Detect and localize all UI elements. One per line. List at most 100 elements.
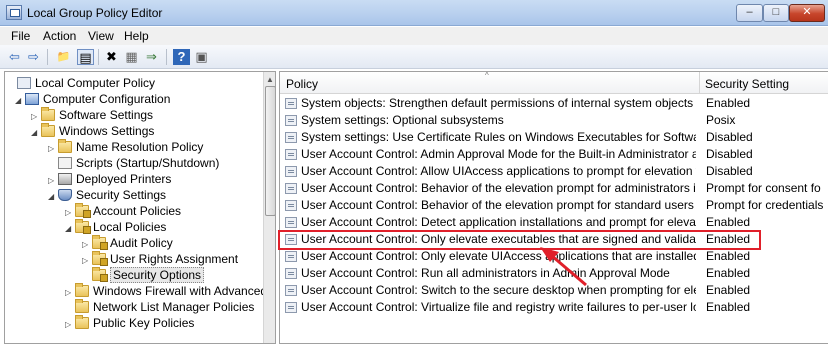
- show-hide-tree-icon[interactable]: ▤: [77, 49, 94, 65]
- tree-node[interactable]: Scripts (Startup/Shutdown): [48, 155, 219, 171]
- policy-setting: Enabled: [706, 283, 751, 297]
- policy-setting: Disabled: [706, 130, 753, 144]
- computer-icon: [25, 93, 39, 105]
- collapsed-arrow-icon[interactable]: ▷: [65, 317, 75, 333]
- tree-node[interactable]: ◢ Computer Configuration: [15, 91, 170, 107]
- toolbar-separator: [166, 49, 167, 65]
- scripts-icon: [58, 157, 72, 169]
- tree-node[interactable]: ▷ Windows Firewall with Advanced S: [65, 283, 275, 299]
- lock-folder-icon: [92, 251, 108, 266]
- policy-row[interactable]: User Account Control: Run all administra…: [280, 265, 828, 282]
- policy-name: User Account Control: Behavior of the el…: [301, 181, 696, 195]
- tree-node[interactable]: ▷ Account Policies: [65, 203, 181, 219]
- policy-name: User Account Control: Admin Approval Mod…: [301, 147, 696, 161]
- policy-row[interactable]: System settings: Use Certificate Rules o…: [280, 129, 828, 146]
- policy-item-icon: [285, 115, 297, 126]
- expanded-arrow-icon[interactable]: ◢: [31, 125, 41, 141]
- policy-row[interactable]: User Account Control: Switch to the secu…: [280, 282, 828, 299]
- policy-name: System settings: Use Certificate Rules o…: [301, 130, 696, 144]
- export-list-icon[interactable]: ⇒: [143, 49, 160, 65]
- toolbar-separator: [47, 49, 48, 65]
- policy-row[interactable]: User Account Control: Only elevate UIAcc…: [280, 248, 828, 265]
- column-header-policy[interactable]: Policy: [286, 77, 318, 91]
- tree-node-label: Computer Configuration: [43, 92, 171, 106]
- policy-row[interactable]: User Account Control: Admin Approval Mod…: [280, 146, 828, 163]
- scrollbar-thumb[interactable]: [265, 86, 275, 216]
- maximize-button[interactable]: □: [763, 4, 789, 22]
- expanded-arrow-icon[interactable]: ◢: [48, 189, 58, 205]
- policy-item-icon: [285, 251, 297, 262]
- menu-action[interactable]: Action: [43, 29, 76, 43]
- tree-node[interactable]: ▷ User Rights Assignment: [82, 251, 238, 267]
- tree-node[interactable]: ▷ Name Resolution Policy: [48, 139, 203, 155]
- tree-node-label: Security Options: [110, 267, 205, 283]
- tree-node[interactable]: ◢ Security Settings: [48, 187, 166, 203]
- policy-name: User Account Control: Allow UIAccess app…: [301, 164, 696, 178]
- policy-row[interactable]: User Account Control: Only elevate execu…: [280, 231, 828, 248]
- tree-node-label: User Rights Assignment: [110, 252, 239, 266]
- policy-name: User Account Control: Only elevate UIAcc…: [301, 249, 696, 263]
- policy-setting: Disabled: [706, 164, 753, 178]
- minimize-button[interactable]: –: [736, 4, 763, 22]
- menu-file[interactable]: File: [11, 29, 30, 43]
- tree-node[interactable]: ◢ Windows Settings: [31, 123, 154, 139]
- policy-row[interactable]: User Account Control: Detect application…: [280, 214, 828, 231]
- app-icon: [6, 5, 22, 20]
- folder-icon: [75, 283, 89, 297]
- tree-node-label: Local Computer Policy: [35, 76, 156, 90]
- help-icon[interactable]: ?: [173, 49, 190, 65]
- tree-node[interactable]: ▷ Audit Policy: [82, 235, 173, 251]
- tree-scrollbar[interactable]: ▲: [263, 72, 275, 343]
- tree-node-label: Account Policies: [93, 204, 182, 218]
- policy-setting: Prompt for consent fo: [706, 181, 821, 195]
- policy-setting: Enabled: [706, 215, 751, 229]
- menu-help[interactable]: Help: [124, 29, 149, 43]
- tree-node[interactable]: ◢ Local Policies: [65, 219, 166, 235]
- expanded-arrow-icon[interactable]: ◢: [65, 221, 75, 237]
- forward-arrow-icon[interactable]: ⇨: [25, 49, 42, 65]
- console-tree[interactable]: Local Computer Policy ◢ Computer Configura…: [4, 71, 276, 344]
- policy-row[interactable]: User Account Control: Behavior of the el…: [280, 197, 828, 214]
- policy-item-icon: [285, 285, 297, 296]
- scroll-up-icon[interactable]: ▲: [266, 75, 274, 84]
- tree-node[interactable]: ▷ Deployed Printers: [48, 171, 171, 187]
- policy-row[interactable]: User Account Control: Virtualize file an…: [280, 299, 828, 316]
- column-divider[interactable]: [699, 72, 700, 94]
- up-folder-icon[interactable]: 📁: [55, 49, 72, 65]
- policy-item-icon: [285, 166, 297, 177]
- tree-node[interactable]: ▷ Software Settings: [31, 107, 153, 123]
- window-title: Local Group Policy Editor: [27, 6, 163, 20]
- properties-icon[interactable]: ▦: [123, 49, 140, 65]
- policy-list[interactable]: ^ Policy Security Setting System objects…: [279, 71, 828, 344]
- policy-row[interactable]: System objects: Strengthen default permi…: [280, 95, 828, 112]
- policy-name: System objects: Strengthen default permi…: [301, 96, 696, 110]
- policy-setting: Enabled: [706, 266, 751, 280]
- tree-node[interactable]: Local Computer Policy: [7, 75, 155, 91]
- policy-item-icon: [285, 268, 297, 279]
- back-arrow-icon[interactable]: ⇦: [6, 49, 23, 65]
- delete-icon[interactable]: ✖: [103, 49, 120, 65]
- tree-node-label: Network List Manager Policies: [93, 300, 255, 314]
- expanded-arrow-icon[interactable]: ◢: [15, 93, 25, 109]
- lock-folder-icon: [92, 235, 108, 250]
- policy-item-icon: [285, 217, 297, 228]
- policy-row[interactable]: System settings: Optional subsystems Posi…: [280, 112, 828, 129]
- tree-node-label: Deployed Printers: [76, 172, 172, 186]
- close-button[interactable]: ✕: [789, 4, 825, 22]
- policy-item-icon: [285, 200, 297, 211]
- lock-folder-icon: [92, 267, 108, 282]
- tree-node-label: Software Settings: [59, 108, 154, 122]
- column-header-security-setting[interactable]: Security Setting: [705, 77, 789, 91]
- policy-row[interactable]: User Account Control: Allow UIAccess app…: [280, 163, 828, 180]
- view-icon[interactable]: ▣: [193, 49, 210, 65]
- tree-node-label: Public Key Policies: [93, 316, 195, 330]
- tree-node-label: Security Settings: [76, 188, 167, 202]
- policy-item-icon: [285, 234, 297, 245]
- tree-node[interactable]: Security Options: [82, 267, 205, 283]
- tree-node[interactable]: ▷ Public Key Policies: [65, 315, 194, 331]
- tree-node[interactable]: Network List Manager Policies: [65, 299, 254, 315]
- policy-name: User Account Control: Virtualize file an…: [301, 300, 696, 314]
- policy-row[interactable]: User Account Control: Behavior of the el…: [280, 180, 828, 197]
- policy-item-icon: [285, 302, 297, 313]
- menu-view[interactable]: View: [88, 29, 114, 43]
